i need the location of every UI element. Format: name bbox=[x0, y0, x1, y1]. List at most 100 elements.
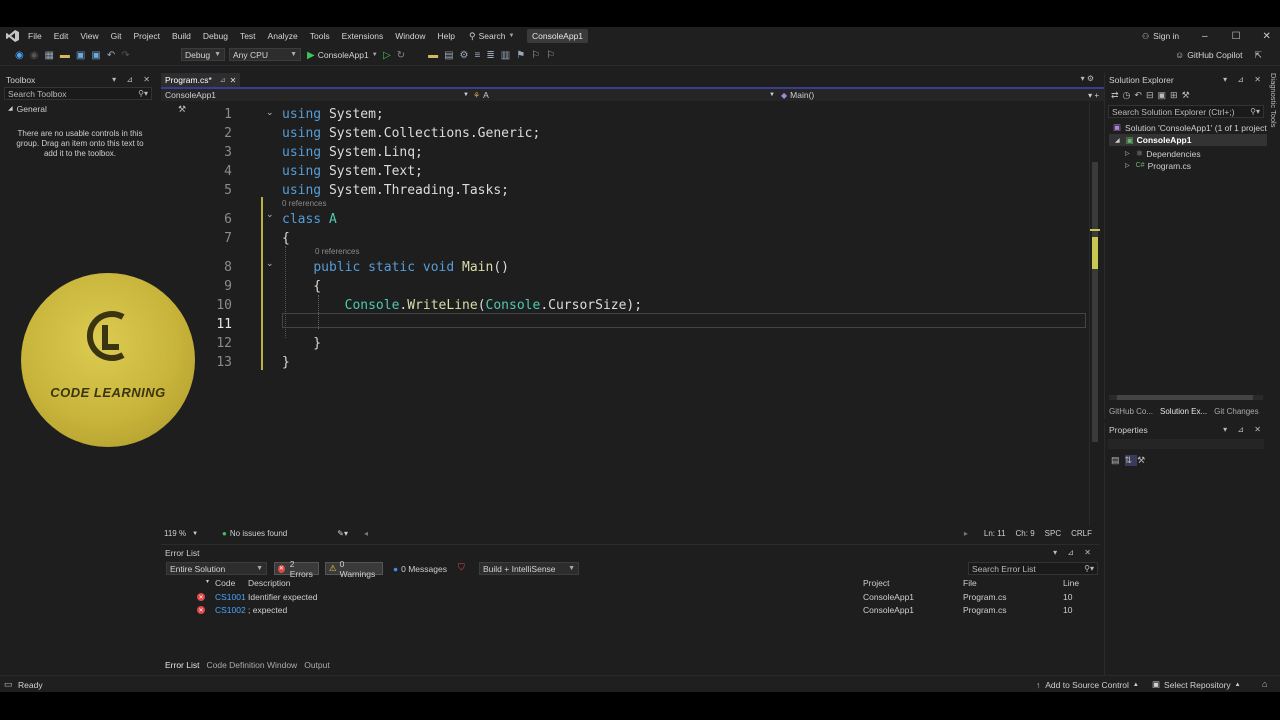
tab-code-definition-window[interactable]: Code Definition Window bbox=[206, 660, 297, 670]
line-ending-indicator[interactable]: CRLF bbox=[1071, 529, 1092, 538]
start-without-debugging-icon[interactable]: ▷ bbox=[383, 50, 391, 61]
codelens-references[interactable]: 0 references bbox=[282, 199, 326, 208]
folder-icon[interactable]: ▬ bbox=[428, 50, 438, 61]
sign-in-button[interactable]: ⚇ Sign in bbox=[1142, 27, 1179, 45]
column-header-file[interactable]: File bbox=[963, 578, 977, 588]
error-row[interactable]: ✕ CS1001 Identifier expected ConsoleApp1 Pro… bbox=[197, 591, 1092, 603]
solution-explorer-search-input[interactable]: Search Solution Explorer (Ctrl+;) ⚲▾ bbox=[1108, 105, 1264, 118]
configuration-dropdown[interactable]: Debug ▼ bbox=[181, 48, 225, 61]
tab-git-changes[interactable]: Git Changes bbox=[1214, 407, 1258, 416]
menu-help[interactable]: Help bbox=[437, 31, 454, 41]
collapse-icon[interactable]: ⌄ bbox=[266, 209, 274, 220]
menu-git[interactable]: Git bbox=[111, 31, 122, 41]
alphabetical-icon[interactable]: ⇅ bbox=[1124, 454, 1138, 466]
search-button[interactable]: ⚲ Search ▼ bbox=[469, 27, 514, 45]
close-tab-icon[interactable]: ✕ bbox=[230, 76, 237, 85]
toolbox-group-general[interactable]: ◢ General bbox=[8, 103, 47, 114]
brush-icon[interactable]: ✎▾ bbox=[337, 529, 348, 538]
panel-pin-close-icons[interactable]: ▾ ⊿ ✕ bbox=[1053, 548, 1095, 557]
horizontal-scrollbar[interactable] bbox=[1109, 395, 1263, 400]
errors-filter-button[interactable]: ✕ 2 Errors bbox=[274, 559, 319, 579]
github-copilot-button[interactable]: ☺ GitHub Copilot ⇱ bbox=[1175, 48, 1262, 62]
column-indicator[interactable]: Ch: 9 bbox=[1016, 529, 1035, 538]
redo-icon[interactable]: ↷ bbox=[121, 50, 129, 61]
zoom-level[interactable]: 119 % bbox=[164, 529, 186, 538]
project-node[interactable]: ◢ ▣ ConsoleApp1 bbox=[1109, 134, 1267, 146]
menu-edit[interactable]: Edit bbox=[54, 31, 69, 41]
start-debugging-button[interactable]: ▶ ConsoleApp1 ▼ bbox=[307, 48, 378, 62]
tab-program-cs[interactable]: Program.cs* ⊿ ✕ bbox=[161, 73, 241, 87]
split-editor-icon[interactable]: ▾ + bbox=[1088, 91, 1099, 100]
diagnostic-tools-tab[interactable]: Diagnostic Tools bbox=[1268, 73, 1278, 173]
solution-name-badge[interactable]: ConsoleApp1 bbox=[527, 29, 589, 43]
bookmark-icon[interactable]: ⚑ bbox=[516, 50, 525, 61]
menu-window[interactable]: Window bbox=[395, 31, 425, 41]
column-header-project[interactable]: Project bbox=[863, 578, 889, 588]
maximize-icon[interactable]: ☐ bbox=[1232, 31, 1241, 42]
tab-solution-explorer[interactable]: Solution Ex... bbox=[1160, 407, 1207, 416]
scrollbar-thumb[interactable] bbox=[1092, 162, 1098, 442]
filter-icon[interactable]: ⛉ bbox=[458, 562, 465, 573]
panel-pin-close-icons[interactable]: ▾ ⊿ ✕ bbox=[112, 75, 154, 84]
error-row[interactable]: ✕ CS1002; expected ConsoleApp1 Program.cs 10 bbox=[197, 604, 1092, 616]
collapse-icon[interactable]: ⌄ bbox=[266, 107, 274, 118]
error-list-search-input[interactable]: Search Error List ⚲▾ bbox=[968, 562, 1098, 575]
column-header-code[interactable]: Code bbox=[215, 578, 235, 588]
editor-vertical-scrollbar[interactable] bbox=[1089, 102, 1100, 526]
menu-file[interactable]: File bbox=[28, 31, 42, 41]
code-line[interactable]: { bbox=[282, 279, 321, 294]
collapse-all-icon[interactable]: ⊟ bbox=[1146, 90, 1158, 101]
minimize-icon[interactable]: – bbox=[1202, 31, 1208, 42]
program-cs-node[interactable]: ▷ C# Program.cs bbox=[1125, 160, 1191, 171]
tab-output[interactable]: Output bbox=[304, 660, 330, 670]
code-line[interactable]: } bbox=[282, 355, 290, 370]
panel-pin-close-icons[interactable]: ▾ ⊿ ✕ bbox=[1223, 75, 1265, 84]
platform-dropdown[interactable]: Any CPU ▼ bbox=[229, 48, 301, 61]
scroll-left-icon[interactable]: ◂ bbox=[364, 529, 368, 538]
bookmark-prev-icon[interactable]: ⚐ bbox=[531, 50, 540, 61]
format-icon[interactable]: ▥ bbox=[501, 50, 510, 61]
menu-project[interactable]: Project bbox=[134, 31, 160, 41]
dependencies-node[interactable]: ▷ ⚛ Dependencies bbox=[1125, 148, 1201, 159]
comment-icon[interactable]: ≡ bbox=[475, 50, 481, 61]
code-line[interactable]: using System.Collections.Generic; bbox=[282, 126, 540, 141]
codelens-references[interactable]: 0 references bbox=[315, 247, 359, 256]
feedback-icon[interactable]: ⇱ bbox=[1254, 50, 1262, 61]
column-header-line[interactable]: Line bbox=[1063, 578, 1079, 588]
error-code-link[interactable]: CS1002 bbox=[215, 605, 246, 615]
code-line[interactable]: using System.Linq; bbox=[282, 145, 423, 160]
hot-reload-icon[interactable]: ↻ bbox=[397, 50, 405, 61]
properties-icon[interactable]: ⚒ bbox=[1182, 90, 1194, 101]
line-indicator[interactable]: Ln: 11 bbox=[984, 529, 1006, 538]
code-line[interactable]: using System.Text; bbox=[282, 164, 423, 179]
panel-pin-close-icons[interactable]: ▾ ⊿ ✕ bbox=[1223, 425, 1265, 434]
filter-icon[interactable]: ⊞ bbox=[1170, 90, 1182, 101]
pin-icon[interactable]: ⊿ bbox=[220, 76, 226, 84]
error-code-link[interactable]: CS1001 bbox=[215, 592, 246, 602]
warnings-filter-button[interactable]: ⚠ 0 Warnings bbox=[325, 559, 383, 579]
menu-analyze[interactable]: Analyze bbox=[268, 31, 298, 41]
history-icon[interactable]: ◷ bbox=[1123, 90, 1135, 101]
sync-icon[interactable]: ⇄ bbox=[1111, 90, 1123, 101]
add-to-source-control-button[interactable]: ↑ Add to Source Control ▲ bbox=[1036, 678, 1139, 691]
menu-extensions[interactable]: Extensions bbox=[342, 31, 384, 41]
code-line[interactable]: using System.Threading.Tasks; bbox=[282, 183, 509, 198]
save-icon[interactable]: ▣ bbox=[76, 50, 85, 61]
code-line[interactable]: using System; bbox=[282, 107, 384, 122]
undo-icon[interactable]: ↶ bbox=[107, 50, 115, 61]
uncomment-icon[interactable]: ≣ bbox=[486, 50, 494, 61]
save-all-icon[interactable]: ▣ bbox=[91, 50, 100, 61]
tab-github-copilot[interactable]: GitHub Co... bbox=[1109, 407, 1153, 416]
issues-status[interactable]: No issues found bbox=[230, 529, 287, 538]
tools-icon[interactable]: ⚙ bbox=[460, 50, 469, 61]
wrench-icon[interactable]: ⚒ bbox=[1137, 455, 1150, 466]
code-line[interactable]: Console.WriteLine(Console.CursorSize); bbox=[282, 298, 642, 313]
code-line[interactable]: public static void Main() bbox=[282, 260, 509, 275]
close-icon[interactable]: ✕ bbox=[1263, 31, 1271, 42]
open-file-icon[interactable]: ▬ bbox=[60, 50, 70, 61]
code-line[interactable]: } bbox=[282, 336, 321, 351]
solution-node[interactable]: ▣ Solution 'ConsoleApp1' (1 of 1 project bbox=[1113, 122, 1267, 133]
navigate-back-icon[interactable]: ◉ bbox=[15, 50, 24, 61]
properties-object-dropdown[interactable] bbox=[1108, 439, 1264, 449]
menu-view[interactable]: View bbox=[80, 31, 98, 41]
